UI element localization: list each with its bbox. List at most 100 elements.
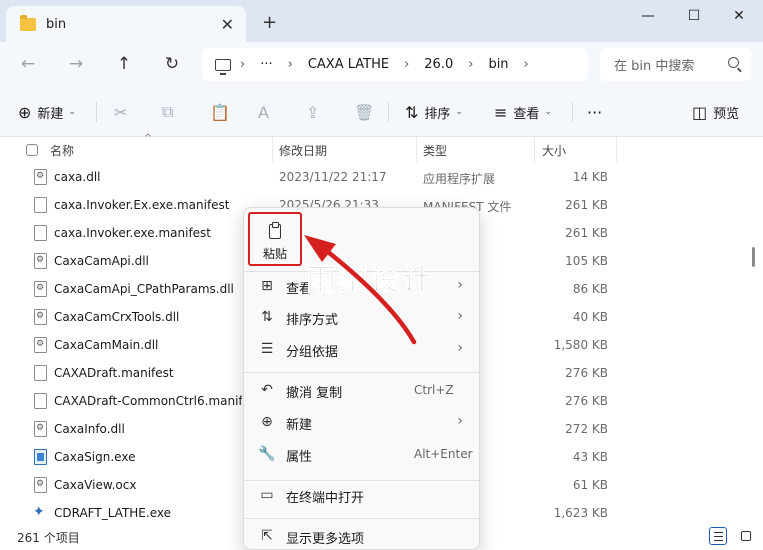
tab-close-icon[interactable]: ✕ [221, 15, 234, 34]
divider [96, 102, 97, 122]
menu-item-open-terminal[interactable]: ▭ 在终端中打开 [244, 481, 479, 511]
file-name: CaxaInfo.dll [54, 422, 125, 436]
back-button[interactable]: ← [16, 52, 40, 76]
view-button[interactable]: ≡ 查看 ⌄ [494, 100, 552, 124]
folder-icon [20, 14, 36, 31]
details-view-button[interactable] [709, 527, 727, 545]
breadcrumb-26[interactable]: 26.0 [418, 57, 459, 72]
clipboard-icon: 📋 [210, 102, 230, 122]
cut-button[interactable]: ✂ [114, 100, 133, 124]
breadcrumb-bin[interactable]: bin [482, 57, 514, 72]
more-options-button[interactable]: ··· [587, 100, 602, 124]
refresh-button[interactable]: ↻ [160, 52, 184, 76]
address-bar[interactable]: › ··· › CAXA LATHE › 26.0 › bin › [202, 48, 588, 81]
file-size: 261 KB [565, 198, 608, 212]
tab-bin[interactable]: bin ✕ [6, 6, 246, 42]
search-placeholder: 在 bin 中搜索 [614, 59, 695, 74]
forward-button[interactable]: → [64, 52, 88, 76]
tab-bar: bin ✕ + — ☐ ✕ [0, 0, 763, 42]
maximize-button[interactable]: ☐ [674, 4, 714, 28]
select-all-checkbox[interactable] [26, 144, 38, 156]
file-size: 86 KB [572, 282, 608, 296]
column-divider[interactable] [272, 137, 273, 163]
menu-item-label: 撤消 复制 [286, 386, 343, 401]
terminal-icon: ▭ [260, 487, 274, 503]
address-row: ← → ↑ ↻ › ··· › CAXA LATHE › 26.0 › bin … [0, 42, 763, 87]
clipboard-icon [269, 222, 281, 239]
dll-icon [34, 309, 47, 325]
search-input[interactable]: 在 bin 中搜索 [600, 48, 751, 81]
preview-button[interactable]: ◫ 预览 [692, 100, 739, 124]
menu-item-undo-copy[interactable]: ↶ 撤消 复制 Ctrl+Z [244, 376, 479, 406]
preview-label: 预览 [713, 106, 740, 122]
minimize-button[interactable]: — [628, 4, 668, 28]
copy-button[interactable]: ⧉ [162, 100, 179, 124]
file-size: 1,623 KB [553, 506, 608, 520]
menu-divider [244, 480, 479, 481]
file-size: 272 KB [565, 422, 608, 436]
menu-item-label: 显示更多选项 [286, 532, 365, 547]
file-size: 61 KB [572, 478, 608, 492]
up-button[interactable]: ↑ [112, 52, 136, 76]
chevron-down-icon: ⌄ [455, 107, 463, 117]
dll-icon [34, 477, 47, 493]
tiles-view-icon [741, 531, 751, 541]
sort-button[interactable]: ⇅ 排序 ⌄ [405, 100, 463, 124]
file-name: CaxaView.ocx [54, 478, 137, 492]
file-icon [34, 393, 47, 409]
menu-item-shortcut: Ctrl+Z [414, 383, 454, 397]
menu-item-new[interactable]: ⊕ 新建 › [244, 408, 479, 438]
grid-icon: ⊞ [261, 278, 273, 294]
delete-button[interactable]: 🗑 [354, 100, 380, 124]
dll-icon [34, 281, 47, 297]
column-divider[interactable] [616, 137, 617, 163]
command-bar: ⊕ 新建 ⌄ ✂ ⧉ 📋 A ⇪ 🗑 ⇅ 排序 ⌄ ≡ 查看 ⌄ ··· ◫ 预… [0, 87, 763, 137]
scrollbar-thumb[interactable] [752, 247, 755, 267]
new-button[interactable]: ⊕ 新建 ⌄ [18, 100, 76, 124]
scissors-icon: ✂ [114, 102, 128, 122]
column-size[interactable]: 大小 [542, 142, 566, 159]
menu-item-sort-by[interactable]: ⇅ 排序方式 › [244, 303, 479, 333]
new-label: 新建 [37, 106, 64, 122]
dll-icon [34, 421, 47, 437]
new-tab-button[interactable]: + [262, 12, 277, 33]
context-paste-button[interactable]: 粘贴 [248, 212, 302, 266]
rename-icon: A [258, 102, 269, 122]
rename-button[interactable]: A [258, 100, 275, 124]
column-date[interactable]: 修改日期 [279, 142, 327, 159]
tiles-view-button[interactable] [737, 527, 755, 545]
file-row[interactable]: caxa.dll 2023/11/22 21:17 应用程序扩展 14 KB [0, 163, 763, 191]
chevron-right-icon: › [457, 413, 463, 429]
file-icon [34, 197, 47, 213]
paste-label: 粘贴 [262, 247, 287, 261]
column-header: ^ 名称 修改日期 类型 大小 [0, 133, 763, 163]
menu-item-group-by[interactable]: ☰ 分组依据 › [244, 335, 479, 365]
details-view-icon [714, 532, 723, 541]
column-divider[interactable] [534, 137, 535, 163]
share-button[interactable]: ⇪ [306, 100, 325, 124]
column-divider[interactable] [416, 137, 417, 163]
column-type[interactable]: 类型 [423, 142, 447, 159]
window-close-button[interactable]: ✕ [719, 4, 759, 28]
breadcrumb-separator: › [523, 57, 529, 72]
paste-button[interactable]: 📋 [210, 100, 236, 124]
sort-label: 排序 [424, 106, 451, 122]
menu-item-label: 新建 [286, 418, 313, 433]
dll-icon [34, 169, 47, 185]
file-size: 1,580 KB [553, 338, 608, 352]
plus-circle-icon: ⊕ [261, 414, 273, 430]
menu-item-show-more[interactable]: ⇱ 显示更多选项 [244, 522, 479, 550]
file-name: CAXADraft.manifest [54, 366, 174, 380]
sort-caret-icon: ^ [144, 133, 153, 144]
file-size: 261 KB [565, 226, 608, 240]
file-name: caxa.Invoker.Ex.exe.manifest [54, 198, 230, 212]
menu-item-properties[interactable]: 🔧 属性 Alt+Enter [244, 440, 479, 470]
breadcrumb-caxa-lathe[interactable]: CAXA LATHE [302, 57, 395, 72]
file-name: CaxaCamApi.dll [54, 254, 149, 268]
view-icon: ≡ [494, 102, 508, 122]
chevron-right-icon: › [457, 340, 463, 356]
breadcrumb-separator: › [287, 57, 293, 72]
breadcrumb-more[interactable]: ··· [254, 57, 278, 72]
column-name[interactable]: 名称 [50, 142, 74, 159]
trash-icon: 🗑 [354, 102, 375, 122]
